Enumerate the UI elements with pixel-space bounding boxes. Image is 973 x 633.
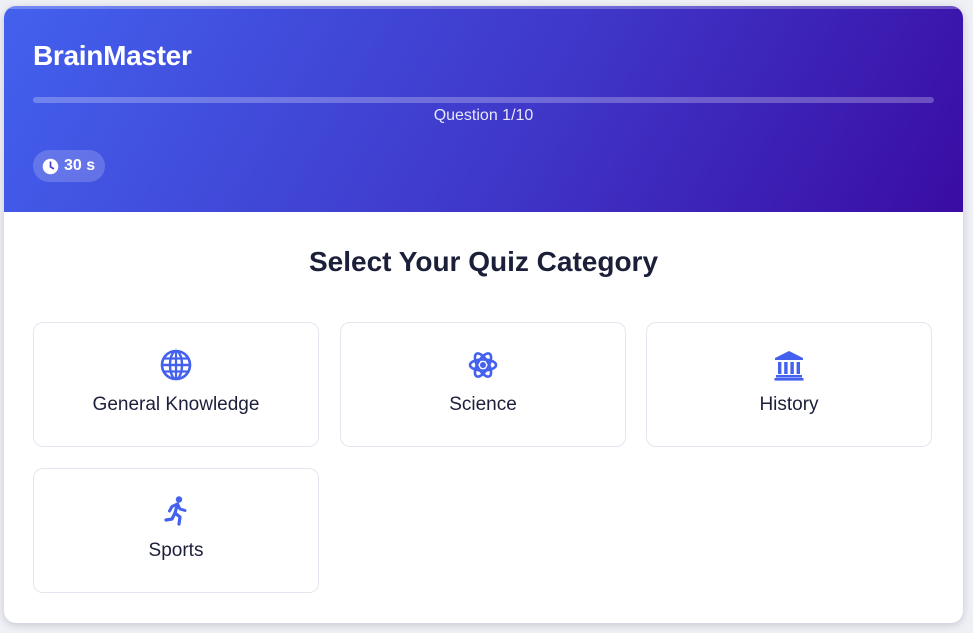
timer-value: 30 s xyxy=(64,157,96,174)
category-card-history[interactable]: History xyxy=(646,322,932,447)
clock-icon xyxy=(42,158,59,175)
progress-bar xyxy=(33,97,934,103)
category-label: History xyxy=(759,394,819,415)
quiz-header: BrainMaster Question 1/10 30 s xyxy=(4,6,963,212)
globe-icon xyxy=(160,349,192,386)
category-card-science[interactable]: Science xyxy=(340,322,626,447)
running-person-icon xyxy=(160,495,192,532)
quiz-app-card: BrainMaster Question 1/10 30 s Select Yo… xyxy=(4,6,963,623)
category-label: General Knowledge xyxy=(92,394,260,415)
section-title: Select Your Quiz Category xyxy=(308,246,659,277)
category-card-sports[interactable]: Sports xyxy=(33,468,319,593)
timer-badge: 30 s xyxy=(33,150,106,182)
category-label: Science xyxy=(449,394,517,415)
landmark-icon xyxy=(773,349,805,386)
category-label: Sports xyxy=(148,540,204,561)
category-card-general-knowledge[interactable]: General Knowledge xyxy=(33,322,319,447)
atom-icon xyxy=(467,349,499,386)
header-top-line xyxy=(4,6,963,9)
app-title: BrainMaster xyxy=(33,40,192,71)
question-counter: Question 1/10 xyxy=(433,107,534,124)
